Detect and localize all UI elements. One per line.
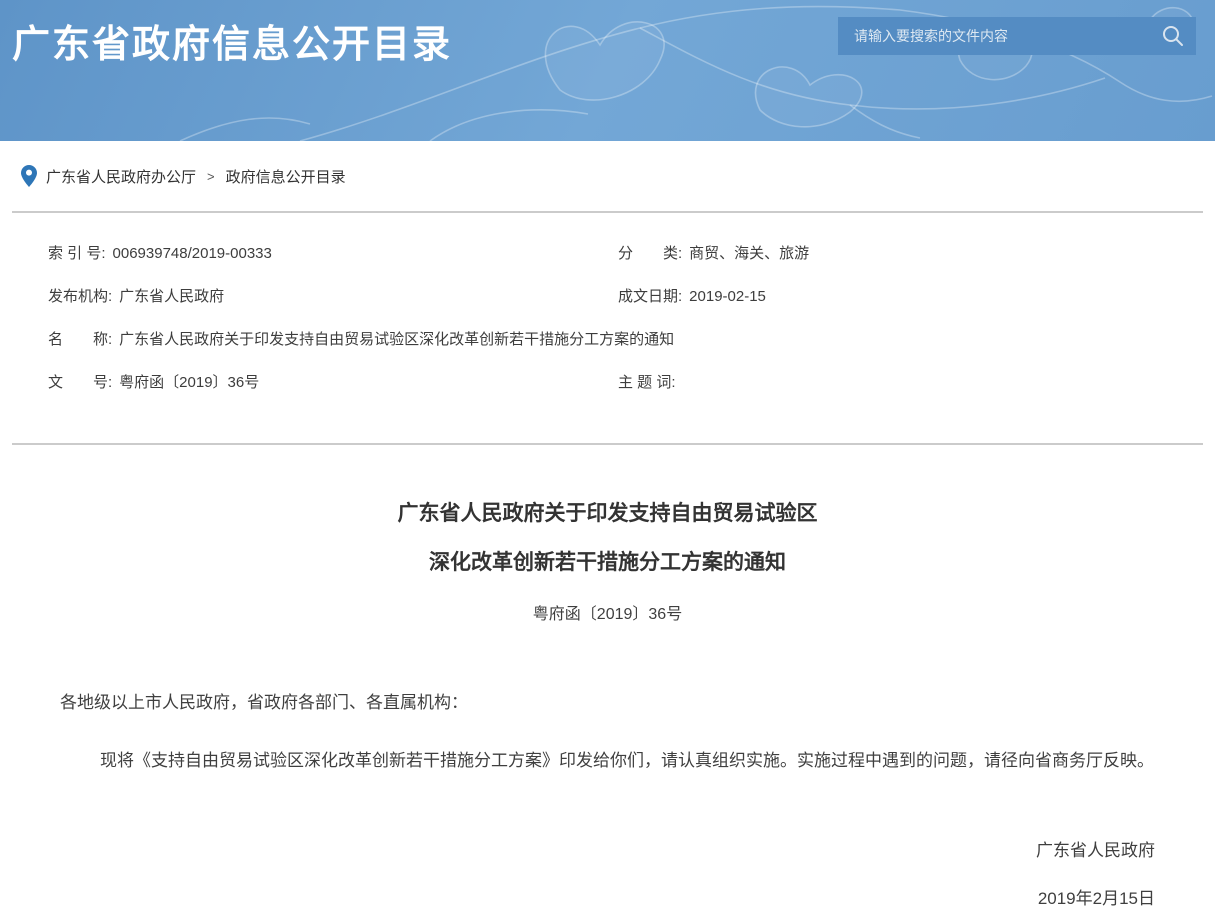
salutation: 各地级以上市人民政府，省政府各部门、各直属机构：	[60, 694, 1155, 712]
body-paragraph: 现将《支持自由贸易试验区深化改革创新若干措施分工方案》印发给你们，请认真组织实施…	[60, 747, 1155, 774]
document-title-line1: 广东省人民政府关于印发支持自由贸易试验区	[60, 502, 1155, 526]
meta-document-number: 文 号:粤府函〔2019〕36号	[48, 375, 618, 391]
meta-issue-date: 成文日期:2019-02-15	[618, 289, 1203, 305]
page-title: 广东省政府信息公开目录	[12, 13, 452, 68]
breadcrumb: 广东省人民政府办公厅 > 政府信息公开目录	[0, 141, 1215, 211]
document-body: 广东省人民政府关于印发支持自由贸易试验区 深化改革创新若干措施分工方案的通知 粤…	[0, 445, 1215, 909]
search-bar[interactable]	[838, 17, 1196, 55]
breadcrumb-section-link[interactable]: 政府信息公开目录	[226, 166, 346, 187]
meta-keywords: 主 题 词:	[618, 375, 1203, 391]
banner: 广东省政府信息公开目录	[0, 0, 1215, 141]
meta-publisher: 发布机构:广东省人民政府	[48, 289, 618, 305]
location-pin-icon	[21, 165, 37, 187]
signature: 广东省人民政府	[60, 841, 1155, 861]
document-metadata: 索 引 号:006939748/2019-00333 分 类:商贸、海关、旅游 …	[0, 213, 1215, 443]
page: 广东省政府信息公开目录 广东省人民政府办公厅 > 政府信息公开目录 索 引 号:…	[0, 0, 1215, 919]
meta-index-number: 索 引 号:006939748/2019-00333	[48, 246, 618, 262]
document-number: 粤府函〔2019〕36号	[60, 600, 1155, 624]
breadcrumb-separator: >	[207, 169, 215, 184]
meta-document-name: 名 称:广东省人民政府关于印发支持自由贸易试验区深化改革创新若干措施分工方案的通…	[48, 332, 1203, 348]
breadcrumb-site-link[interactable]: 广东省人民政府办公厅	[46, 166, 196, 187]
search-input[interactable]	[838, 28, 1161, 44]
meta-category: 分 类:商贸、海关、旅游	[618, 246, 1203, 262]
document-date: 2019年2月15日	[60, 889, 1155, 909]
metadata-grid: 索 引 号:006939748/2019-00333 分 类:商贸、海关、旅游 …	[48, 246, 1203, 391]
document-title-line2: 深化改革创新若干措施分工方案的通知	[60, 551, 1155, 575]
search-icon[interactable]	[1161, 24, 1185, 48]
